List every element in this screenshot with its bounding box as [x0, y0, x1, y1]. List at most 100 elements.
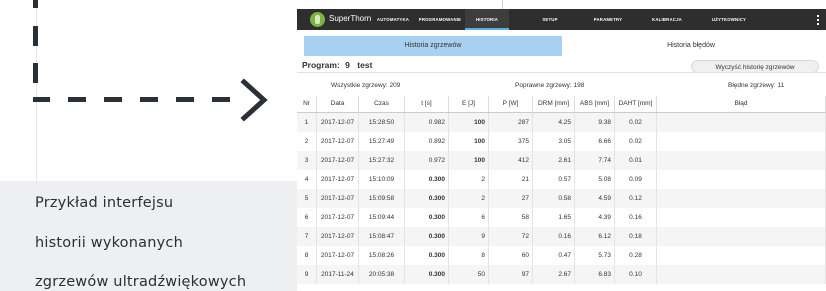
app-bar: SuperThorn AUTOMATYKA PROGRAMOWANIE HIST… — [297, 9, 826, 30]
nav-parametry[interactable]: PARAMETRY — [587, 9, 629, 30]
cell-abs: 4.39 — [575, 208, 615, 227]
cell-daht: 0.01 — [615, 151, 657, 170]
table-row[interactable]: 9 2017-11-24 20:05:38 0.300 50 97 2.67 6.83 0.10 — [297, 265, 826, 284]
nav-setup[interactable]: SETUP — [533, 9, 567, 30]
header-col-blad[interactable]: Błąd — [657, 96, 826, 112]
cell-e: 50 — [449, 265, 489, 284]
tab-historia-zgrzewow[interactable]: Historia zgrzewów — [304, 36, 562, 56]
table-row[interactable]: 1 2017-12-07 15:28:50 0.982 100 287 4.25 9.38 0.… — [297, 113, 826, 132]
cell-p: 27 — [489, 189, 533, 208]
dash-segment — [68, 97, 86, 102]
nav-uzytkownicy[interactable]: UŻYTKOWNICY — [703, 9, 755, 30]
header-col-t[interactable]: t [s] — [405, 96, 449, 112]
cell-nr: 3 — [297, 151, 317, 170]
subtabs: Historia zgrzewów Historia błędów — [297, 36, 826, 56]
table-row[interactable]: 8 2017-12-07 15:08:26 0.300 8 60 0.47 5.73 0.28 — [297, 246, 826, 265]
cell-t: 0.300 — [405, 189, 449, 208]
cell-nr: 5 — [297, 189, 317, 208]
tab-historia-bledow[interactable]: Historia błędów — [562, 36, 820, 56]
dash-segment — [140, 97, 158, 102]
arrow-right-icon — [240, 78, 268, 122]
cell-e: 2 — [449, 170, 489, 189]
cell-czas: 15:09:44 — [359, 208, 405, 227]
app-screenshot: SuperThorn AUTOMATYKA PROGRAMOWANIE HIST… — [297, 0, 826, 291]
header-col-czas[interactable]: Czas — [359, 96, 405, 112]
header-col-data[interactable]: Data — [317, 96, 359, 112]
cell-blad — [657, 151, 826, 170]
header-col-drm[interactable]: DRM [mm] — [533, 96, 575, 112]
stats-ok: Poprawne zgrzewy: 198 — [515, 82, 585, 89]
cell-daht: 0.12 — [615, 189, 657, 208]
cell-t: 0.300 — [405, 265, 449, 284]
cell-t: 0.892 — [405, 132, 449, 151]
table-row[interactable]: 2 2017-12-07 15:27:49 0.892 100 375 3.05 6.66 0.… — [297, 132, 826, 151]
dash-segment — [33, 97, 50, 102]
top-strip — [297, 0, 826, 9]
dash-segment — [104, 97, 122, 102]
cell-p: 58 — [489, 208, 533, 227]
cell-e: 6 — [449, 208, 489, 227]
program-divider — [297, 72, 826, 73]
app-title: SuperThorn — [329, 14, 372, 23]
app-logo-icon — [310, 12, 325, 27]
cell-e: 9 — [449, 227, 489, 246]
table-row[interactable]: 3 2017-12-07 15:27:32 0.972 100 412 2.61 7.74 0.… — [297, 151, 826, 170]
table-row[interactable]: 7 2017-12-07 15:08:47 0.300 9 72 0.16 6.12 0.18 — [297, 227, 826, 246]
cell-nr: 9 — [297, 265, 317, 284]
cell-daht: 0.28 — [615, 246, 657, 265]
cell-czas: 20:05:38 — [359, 265, 405, 284]
cell-nr: 1 — [297, 113, 317, 132]
cell-drm: 0.16 — [533, 227, 575, 246]
cell-drm: 0.57 — [533, 170, 575, 189]
cell-data: 2017-12-07 — [317, 227, 359, 246]
cell-nr: 8 — [297, 246, 317, 265]
cell-data: 2017-12-07 — [317, 246, 359, 265]
header-col-abs[interactable]: ABS [mm] — [575, 96, 615, 112]
cell-t: 0.982 — [405, 113, 449, 132]
cell-blad — [657, 189, 826, 208]
cell-abs: 6.12 — [575, 227, 615, 246]
cell-e: 2 — [449, 189, 489, 208]
dash-segment — [33, 63, 38, 83]
table-row[interactable]: 6 2017-12-07 15:09:44 0.300 6 58 1.65 4.39 0.16 — [297, 208, 826, 227]
cell-drm: 0.58 — [533, 189, 575, 208]
nav-automatyka[interactable]: AUTOMATYKA — [371, 9, 415, 30]
table-row[interactable]: 5 2017-12-07 15:09:58 0.300 2 27 0.58 4.59 0.12 — [297, 189, 826, 208]
dash-segment — [212, 97, 230, 102]
caption-line-1: Przykład interfejsu — [35, 195, 174, 211]
cell-czas: 15:28:50 — [359, 113, 405, 132]
more-menu-icon[interactable] — [817, 15, 819, 25]
cell-czas: 15:08:47 — [359, 227, 405, 246]
cell-t: 0.300 — [405, 208, 449, 227]
header-col-p[interactable]: P [W] — [489, 96, 533, 112]
cell-blad — [657, 246, 826, 265]
cell-blad — [657, 227, 826, 246]
cell-abs: 7.74 — [575, 151, 615, 170]
stats-bad: Błędne zgrzewy: 11 — [728, 82, 785, 89]
cell-data: 2017-12-07 — [317, 208, 359, 227]
cell-p: 375 — [489, 132, 533, 151]
nav-kalibracja[interactable]: KALIBRACJA — [645, 9, 689, 30]
nav-historia[interactable]: HISTORIA — [465, 9, 509, 30]
cell-e: 8 — [449, 246, 489, 265]
cell-p: 287 — [489, 113, 533, 132]
header-col-nr[interactable]: Nr — [297, 96, 317, 112]
cell-czas: 15:27:49 — [359, 132, 405, 151]
cell-e: 100 — [449, 151, 489, 170]
cell-drm: 4.25 — [533, 113, 575, 132]
cell-e: 100 — [449, 113, 489, 132]
caption-line-2: historii wykonanych — [35, 235, 183, 251]
program-label: Program: — [302, 60, 340, 70]
cell-nr: 6 — [297, 208, 317, 227]
header-col-e[interactable]: E [J] — [449, 96, 489, 112]
cell-p: 60 — [489, 246, 533, 265]
cell-blad — [657, 113, 826, 132]
nav-programowanie[interactable]: PROGRAMOWANIE — [415, 9, 465, 30]
caption-line-3: zgrzewów ultradźwiękowych — [35, 274, 247, 290]
program-name: test — [357, 60, 373, 70]
cell-abs: 4.59 — [575, 189, 615, 208]
cell-t: 0.300 — [405, 227, 449, 246]
header-col-daht[interactable]: DAHT [mm] — [615, 96, 657, 112]
table-row[interactable]: 4 2017-12-07 15:10:09 0.300 2 21 0.57 5.08 0.09 — [297, 170, 826, 189]
cell-p: 97 — [489, 265, 533, 284]
